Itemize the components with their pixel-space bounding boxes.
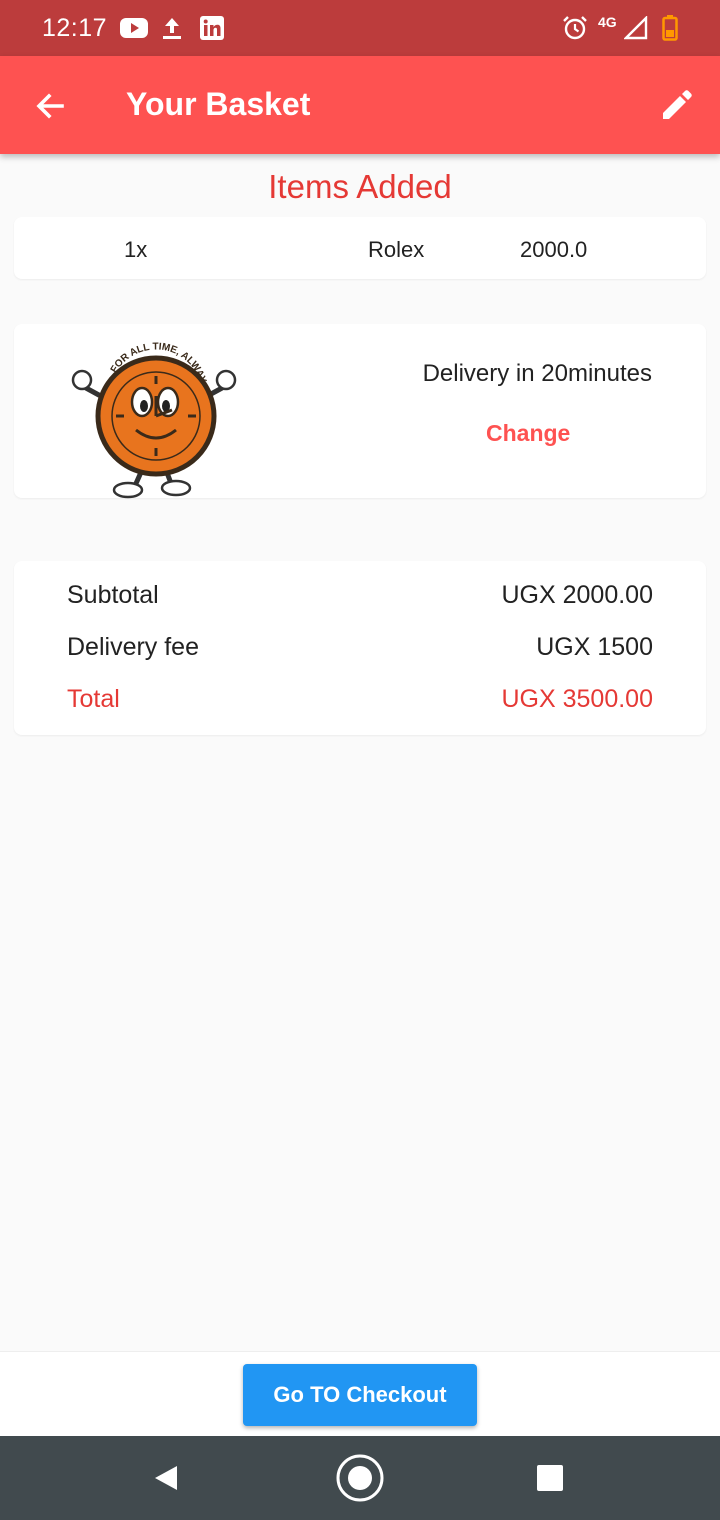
subtotal-label: Subtotal xyxy=(67,581,159,609)
status-bar: 12:17 4G xyxy=(0,0,720,56)
youtube-icon xyxy=(120,14,148,42)
subtotal-value: UGX 2000.00 xyxy=(501,581,654,609)
delivery-fee-value: UGX 1500 xyxy=(536,633,653,661)
delivery-time-text: Delivery in 20minutes xyxy=(422,360,652,387)
items-added-title: Items Added xyxy=(268,168,452,205)
nav-home-icon xyxy=(336,1454,384,1502)
delivery-card: FOR ALL TIME, ALWAYS Delivery in 20minut… xyxy=(14,324,706,499)
battery-icon xyxy=(660,14,680,42)
pencil-icon xyxy=(663,90,692,119)
signal-icon xyxy=(623,14,649,42)
delivery-fee-row: Delivery fee UGX 1500 xyxy=(67,633,653,662)
network-label: 4G xyxy=(598,14,617,30)
system-nav-bar xyxy=(0,1436,720,1520)
nav-home-button[interactable] xyxy=(334,1452,386,1504)
item-price: 2000.0 xyxy=(520,237,588,262)
checkout-bar: Go TO Checkout xyxy=(0,1351,720,1436)
list-item: 1x Rolex 2000.0 xyxy=(14,217,706,279)
linkedin-icon xyxy=(199,14,225,42)
order-summary-card: Subtotal UGX 2000.00 Delivery fee UGX 15… xyxy=(14,561,706,735)
change-delivery-button[interactable]: Change xyxy=(486,420,570,447)
subtotal-row: Subtotal UGX 2000.00 xyxy=(67,581,653,610)
item-name: Rolex xyxy=(368,237,425,262)
nav-recent-icon xyxy=(537,1465,563,1491)
nav-back-icon xyxy=(155,1466,177,1490)
clock-mascot-logo: FOR ALL TIME, ALWAYS xyxy=(64,330,237,499)
total-value: UGX 3500.00 xyxy=(501,685,654,713)
total-label: Total xyxy=(67,685,120,713)
edit-button[interactable] xyxy=(654,82,700,128)
nav-recent-button[interactable] xyxy=(524,1452,576,1504)
arrow-back-icon xyxy=(36,93,64,119)
checkout-button[interactable]: Go TO Checkout xyxy=(243,1364,477,1426)
app-bar: Your Basket xyxy=(0,56,720,154)
item-quantity: 1x xyxy=(124,237,148,262)
delivery-fee-label: Delivery fee xyxy=(67,633,199,661)
total-row: Total UGX 3500.00 xyxy=(67,685,653,714)
status-time: 12:17 xyxy=(42,14,108,42)
page-title: Your Basket xyxy=(126,86,311,122)
back-button[interactable] xyxy=(28,84,72,128)
nav-back-button[interactable] xyxy=(140,1452,192,1504)
upload-icon xyxy=(160,14,184,42)
alarm-icon xyxy=(562,14,588,42)
